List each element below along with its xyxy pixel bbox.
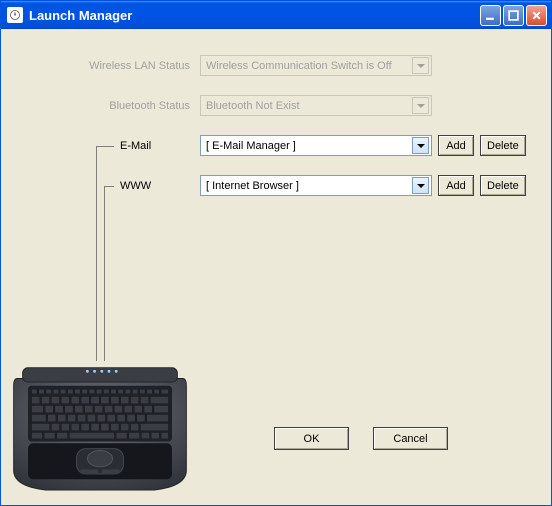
bt-combo: Bluetooth Not Exist — [200, 95, 432, 116]
client-area: Wireless LAN Status Wireless Communicati… — [4, 29, 548, 502]
email-row: E-Mail [ E-Mail Manager ] Add Delete — [82, 135, 526, 156]
launch-manager-window: Launch Manager Wireless LAN Status Wirel… — [0, 0, 552, 506]
email-combo[interactable]: [ E-Mail Manager ] — [200, 135, 432, 156]
chevron-down-icon — [417, 144, 425, 148]
bt-value: Bluetooth Not Exist — [206, 100, 412, 112]
wlan-row: Wireless LAN Status Wireless Communicati… — [82, 55, 432, 76]
email-value: [ E-Mail Manager ] — [206, 140, 412, 152]
laptop-illustration — [10, 351, 190, 496]
www-row: WWW [ Internet Browser ] Add Delete — [82, 175, 526, 196]
window-controls — [480, 5, 547, 26]
wlan-drop-icon — [412, 57, 429, 74]
bt-label: Bluetooth Status — [82, 100, 194, 112]
wlan-value: Wireless Communication Switch is Off — [206, 60, 412, 72]
chevron-down-icon — [417, 104, 425, 108]
www-delete-button[interactable]: Delete — [480, 175, 526, 196]
close-button[interactable] — [526, 5, 547, 26]
email-drop-button[interactable] — [412, 137, 429, 154]
window-title: Launch Manager — [29, 8, 480, 23]
wlan-combo: Wireless Communication Switch is Off — [200, 55, 432, 76]
dialog-buttons: OK Cancel — [274, 427, 448, 450]
app-icon — [7, 7, 23, 23]
bt-row: Bluetooth Status Bluetooth Not Exist — [82, 95, 432, 116]
email-add-button[interactable]: Add — [438, 135, 474, 156]
chevron-down-icon — [417, 64, 425, 68]
www-drop-button[interactable] — [412, 177, 429, 194]
chevron-down-icon — [417, 184, 425, 188]
cancel-button[interactable]: Cancel — [373, 427, 448, 450]
wlan-label: Wireless LAN Status — [82, 60, 194, 72]
email-delete-button[interactable]: Delete — [480, 135, 526, 156]
minimize-button[interactable] — [480, 5, 501, 26]
titlebar: Launch Manager — [1, 1, 551, 29]
ok-button[interactable]: OK — [274, 427, 349, 450]
bt-drop-icon — [412, 97, 429, 114]
www-value: [ Internet Browser ] — [206, 180, 412, 192]
maximize-button[interactable] — [503, 5, 524, 26]
connector-line-www — [104, 186, 114, 361]
www-combo[interactable]: [ Internet Browser ] — [200, 175, 432, 196]
www-add-button[interactable]: Add — [438, 175, 474, 196]
